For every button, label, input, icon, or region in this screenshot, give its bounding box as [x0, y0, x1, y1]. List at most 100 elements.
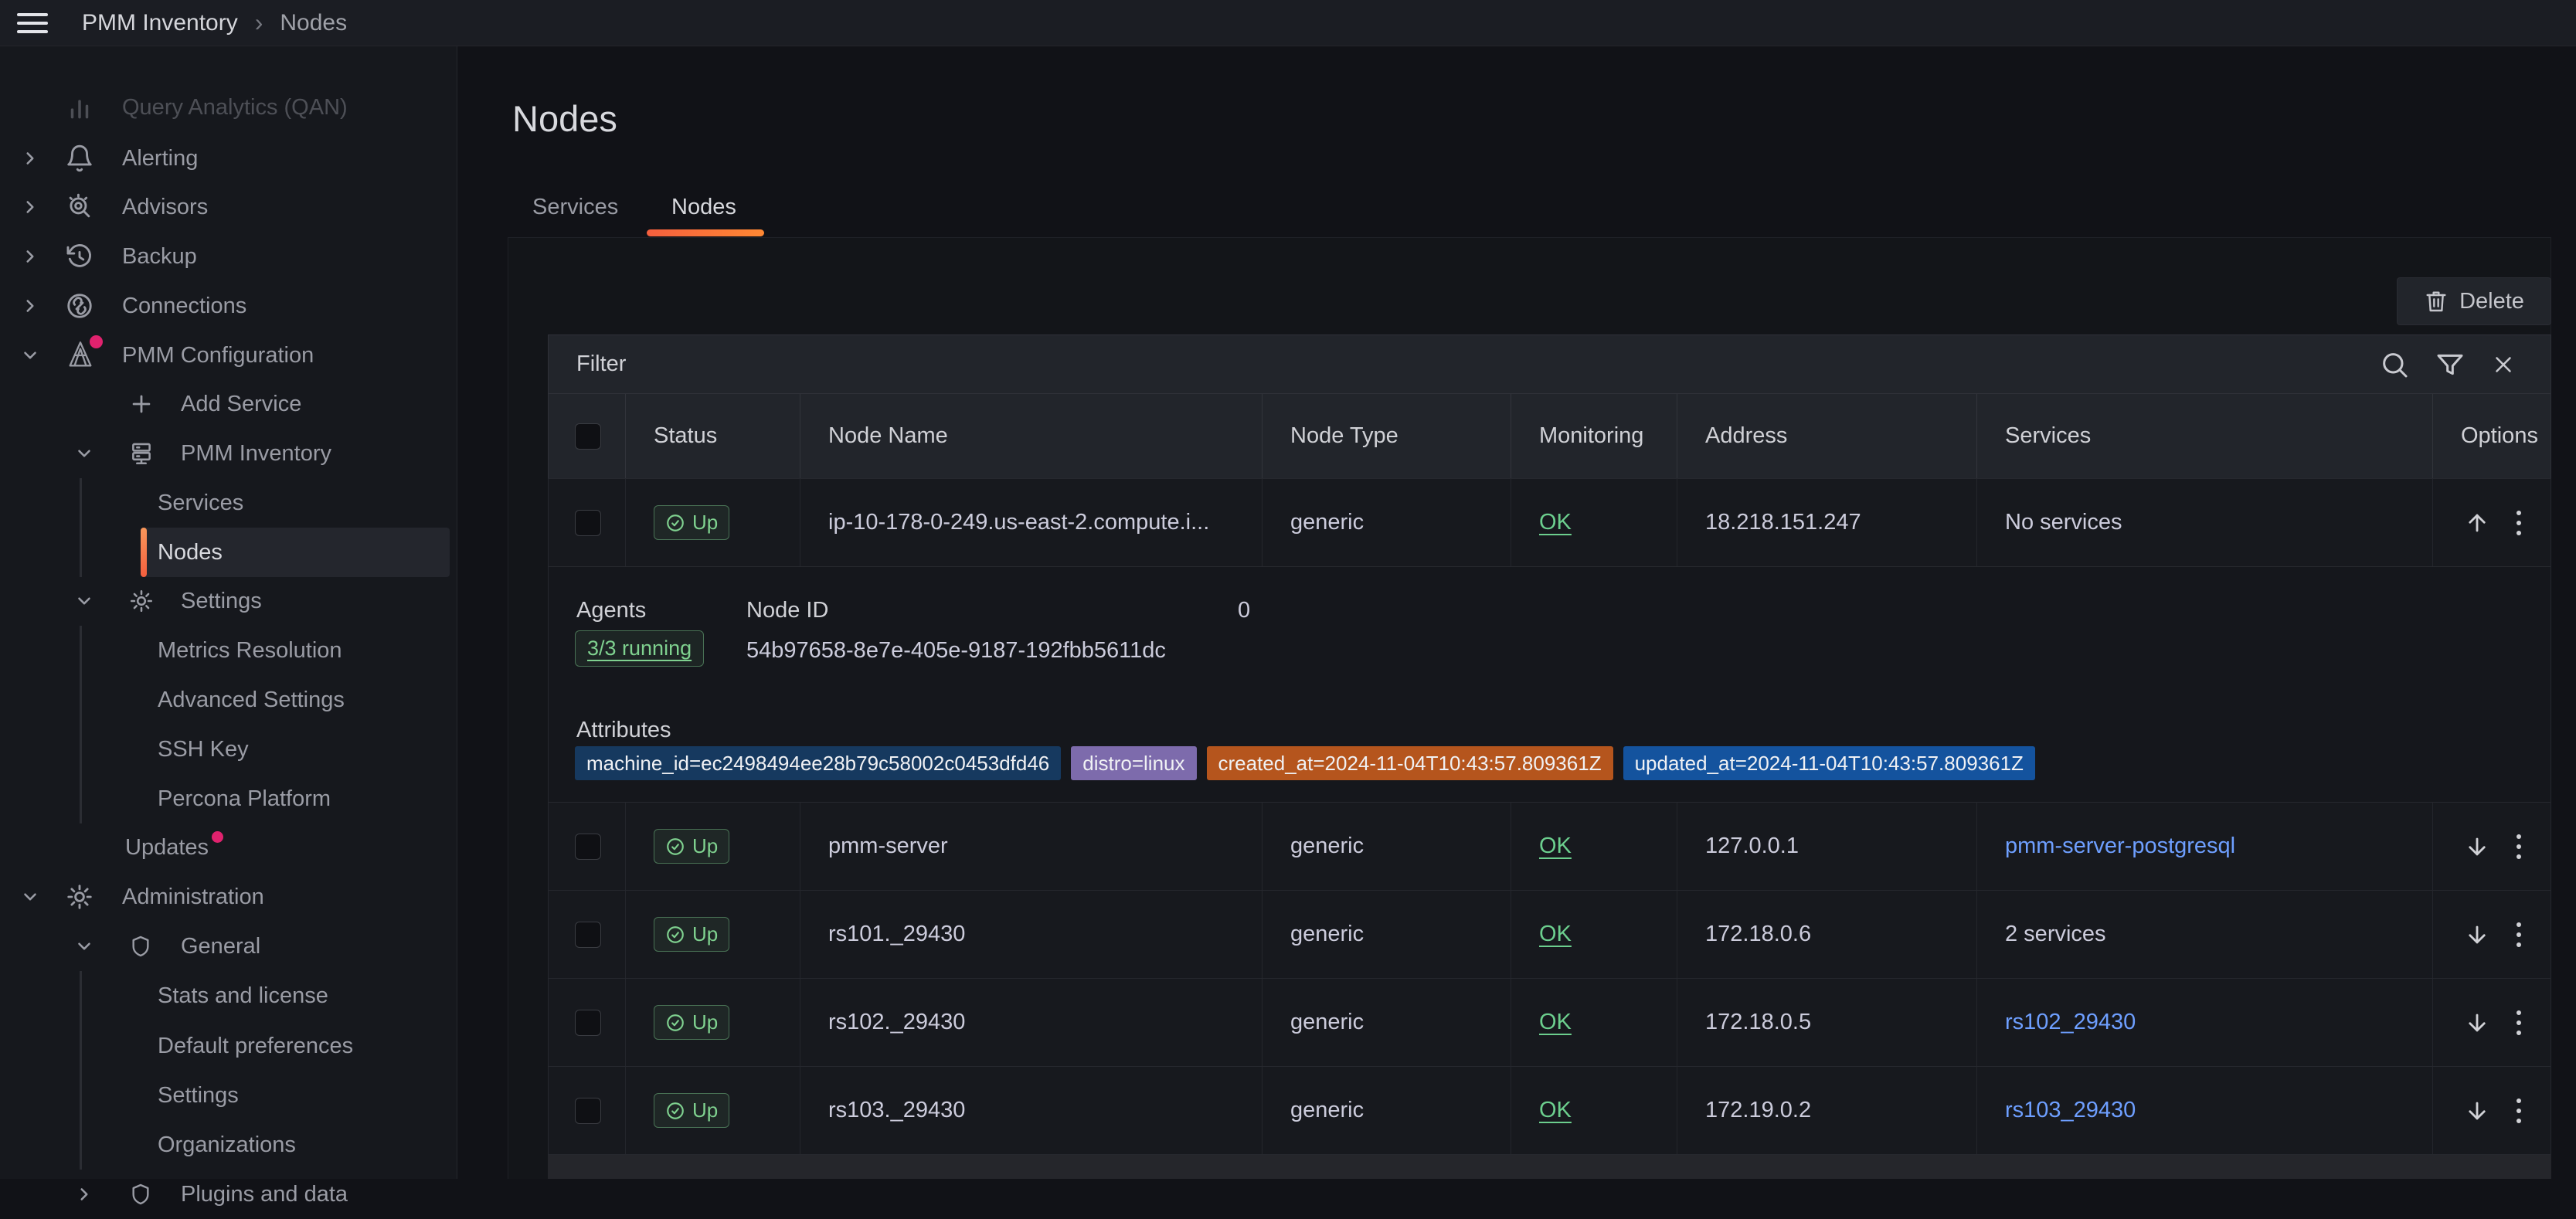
sidebar-item-label: Administration [122, 885, 264, 910]
connections-icon [65, 291, 94, 321]
bell-icon [65, 144, 94, 173]
kebab-menu-icon[interactable] [2513, 508, 2524, 538]
expand-row-arrow-down-icon[interactable] [2464, 1010, 2490, 1036]
monitoring-status-link[interactable]: OK [1539, 922, 1572, 947]
horizontal-scrollbar-track[interactable] [548, 1155, 2551, 1179]
sidebar-item-add-service[interactable]: Add Service [0, 379, 457, 429]
filter-bar: Filter [548, 334, 2551, 394]
sidebar-item-organizations[interactable]: Organizations [0, 1120, 457, 1170]
agents-badge[interactable]: 3/3 running [575, 630, 704, 667]
address-cell: 172.18.0.6 [1677, 891, 1977, 978]
sidebar-item-metrics-resolution[interactable]: Metrics Resolution [0, 626, 457, 675]
check-circle-icon [665, 1013, 685, 1033]
column-header-status[interactable]: Status [626, 394, 800, 478]
collapse-row-arrow-up-icon[interactable] [2464, 510, 2490, 536]
attribute-badge: machine_id=ec2498494ee28b79c58002c0453df… [575, 746, 1061, 780]
chevron-down-icon[interactable] [74, 591, 94, 611]
delete-button[interactable]: Delete [2397, 277, 2551, 325]
service-link[interactable]: pmm-server-postgresql [2005, 834, 2235, 859]
sidebar-item-updates[interactable]: Updates [0, 823, 457, 872]
close-icon[interactable] [2490, 351, 2517, 378]
breadcrumb: PMM Inventory › Nodes [82, 8, 347, 37]
sidebar-item-percona-platform[interactable]: Percona Platform [0, 774, 457, 823]
menu-icon[interactable] [17, 8, 48, 39]
chevron-down-icon[interactable] [74, 443, 94, 463]
row-checkbox[interactable] [575, 1010, 601, 1036]
kebab-menu-icon[interactable] [2513, 1095, 2524, 1126]
monitoring-status-link[interactable]: OK [1539, 834, 1572, 859]
plus-icon [128, 391, 155, 417]
row-checkbox[interactable] [575, 922, 601, 948]
expand-row-arrow-down-icon[interactable] [2464, 834, 2490, 860]
select-all-checkbox[interactable] [575, 423, 601, 450]
service-link[interactable]: rs102_29430 [2005, 1010, 2136, 1035]
agents-label: Agents [576, 598, 646, 623]
sidebar-item-connections[interactable]: Connections [0, 281, 457, 331]
monitoring-status-link[interactable]: OK [1539, 1098, 1572, 1123]
column-header-options[interactable]: Options [2433, 394, 2552, 478]
sidebar-item-label: Nodes [158, 540, 223, 565]
filter-label: Filter [576, 351, 626, 377]
chevron-right-icon[interactable] [74, 1184, 94, 1204]
sidebar-item-default-preferences[interactable]: Default preferences [0, 1021, 457, 1071]
sidebar-item-plugins-and-data[interactable]: Plugins and data [0, 1170, 457, 1219]
table-row: Up rs101._29430 generic OK 172.18.0.6 2 … [548, 891, 2551, 979]
sidebar-item-pmm-configuration[interactable]: PMM Configuration [0, 331, 457, 380]
sidebar-item-label: Backup [122, 244, 197, 270]
chevron-right-icon[interactable] [20, 296, 40, 316]
kebab-menu-icon[interactable] [2513, 919, 2524, 950]
sidebar-item-advisors[interactable]: Advisors [0, 182, 457, 232]
sidebar-item-administration[interactable]: Administration [0, 872, 457, 922]
tab-nodes[interactable]: Nodes [671, 195, 736, 220]
node-type-cell: generic [1263, 979, 1511, 1066]
sidebar-item-ssh-key[interactable]: SSH Key [0, 725, 457, 774]
check-circle-icon [665, 1101, 685, 1121]
search-icon[interactable] [2379, 349, 2410, 380]
chevron-right-icon[interactable] [20, 148, 40, 168]
sidebar-item-advanced-settings[interactable]: Advanced Settings [0, 675, 457, 725]
chevron-down-icon[interactable] [20, 345, 40, 365]
sidebar-item-pmm-inventory[interactable]: PMM Inventory [0, 429, 457, 478]
breadcrumb-current: Nodes [280, 10, 347, 36]
notification-dot [90, 335, 103, 348]
sidebar-item-nodes[interactable]: Nodes [0, 528, 457, 577]
attribute-badge: updated_at=2024-11-04T10:43:57.809361Z [1623, 746, 2035, 780]
sidebar-item-backup[interactable]: Backup [0, 232, 457, 281]
sidebar-item-admin-settings[interactable]: Settings [0, 1071, 457, 1120]
sidebar-item-query-analytics[interactable]: Query Analytics (QAN) [0, 83, 457, 132]
column-header-services[interactable]: Services [1977, 394, 2433, 478]
table-row: Up rs102._29430 generic OK 172.18.0.5 rs… [548, 979, 2551, 1067]
column-header-address[interactable]: Address [1677, 394, 1977, 478]
chevron-right-icon[interactable] [20, 197, 40, 217]
sidebar-item-settings[interactable]: Settings [0, 576, 457, 626]
sidebar-item-label: Query Analytics (QAN) [122, 95, 348, 121]
column-header-node-type[interactable]: Node Type [1263, 394, 1511, 478]
expand-row-arrow-down-icon[interactable] [2464, 922, 2490, 948]
sidebar-item-general[interactable]: General [0, 922, 457, 971]
kebab-menu-icon[interactable] [2513, 831, 2524, 862]
monitoring-status-link[interactable]: OK [1539, 510, 1572, 535]
service-link[interactable]: rs103_29430 [2005, 1098, 2136, 1123]
node-type-cell: generic [1263, 479, 1511, 566]
column-header-node-name[interactable]: Node Name [800, 394, 1263, 478]
chevron-right-icon[interactable] [20, 246, 40, 267]
sidebar-item-label: Plugins and data [181, 1182, 348, 1207]
sidebar-item-stats-and-license[interactable]: Stats and license [0, 971, 457, 1020]
kebab-menu-icon[interactable] [2513, 1007, 2524, 1038]
expand-row-arrow-down-icon[interactable] [2464, 1098, 2490, 1124]
column-header-monitoring[interactable]: Monitoring [1511, 394, 1677, 478]
sidebar-item-services[interactable]: Services [0, 478, 457, 528]
sidebar-item-label: Stats and license [158, 983, 328, 1009]
filter-funnel-icon[interactable] [2435, 349, 2466, 380]
chevron-down-icon[interactable] [20, 887, 40, 907]
row-checkbox[interactable] [575, 834, 601, 860]
address-cell: 127.0.0.1 [1677, 803, 1977, 890]
address-cell: 172.18.0.5 [1677, 979, 1977, 1066]
row-checkbox[interactable] [575, 510, 601, 536]
chevron-down-icon[interactable] [74, 936, 94, 956]
breadcrumb-parent[interactable]: PMM Inventory [82, 10, 238, 36]
sidebar-item-alerting[interactable]: Alerting [0, 134, 457, 183]
row-checkbox[interactable] [575, 1098, 601, 1124]
tab-services[interactable]: Services [532, 195, 618, 220]
monitoring-status-link[interactable]: OK [1539, 1010, 1572, 1035]
